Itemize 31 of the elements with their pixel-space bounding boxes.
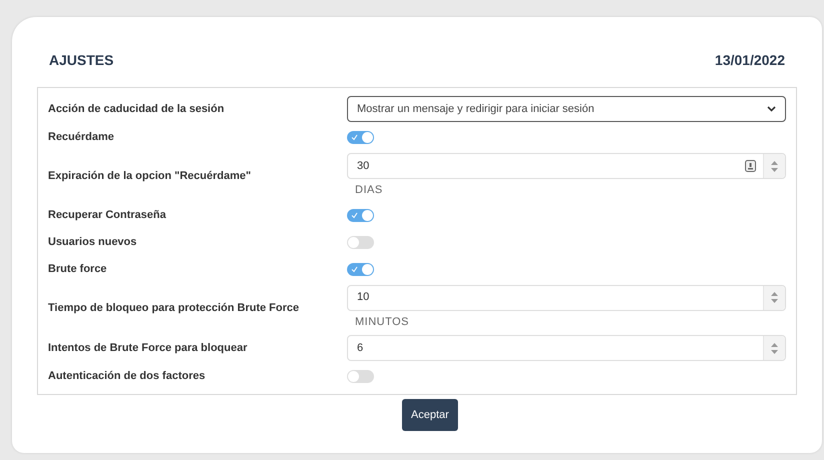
unit-label: MINUTOS	[354, 314, 410, 330]
unit-label: DIAS	[354, 183, 384, 198]
accept-button[interactable]: Aceptar	[402, 399, 458, 431]
toggle-switch[interactable]	[347, 262, 374, 276]
setting-label: Recuérdame	[48, 130, 116, 146]
select-field[interactable]: Mostrar un mensaje y redirigir para iniciar sesión	[347, 96, 786, 122]
check-icon	[351, 266, 358, 272]
spinner-buttons[interactable]	[763, 336, 785, 360]
number-field[interactable]: 10	[347, 284, 786, 310]
spinner-buttons[interactable]	[763, 154, 785, 178]
toggle-switch[interactable]	[347, 208, 374, 222]
toggle-switch[interactable]	[347, 370, 374, 383]
check-icon	[351, 212, 358, 218]
setting-label: Usuarios nuevos	[48, 234, 138, 250]
date-label: 13/01/2022	[714, 51, 785, 70]
setting-label: Intentos de Brute Force para bloquear	[48, 340, 248, 356]
number-field[interactable]: 6	[347, 335, 786, 361]
setting-label: Expiración de la opcion "Recuérdame"	[48, 169, 252, 184]
setting-label: Brute force	[48, 262, 108, 277]
number-field[interactable]: 30	[347, 153, 786, 179]
spinner-buttons[interactable]	[763, 286, 785, 310]
setting-label: Recuperar Contraseña	[48, 208, 167, 223]
toggle-switch[interactable]	[347, 236, 374, 248]
key-badge-icon	[745, 160, 756, 172]
setting-label: Acción de caducidad de la sesión	[48, 102, 226, 117]
page-title: AJUSTES	[49, 51, 114, 70]
check-icon	[351, 134, 358, 141]
setting-label: Autenticación de dos factores	[48, 369, 206, 384]
chevron-down-icon	[767, 106, 776, 112]
toggle-switch[interactable]	[347, 131, 374, 144]
setting-label: Tiempo de bloqueo para protección Brute Force	[48, 300, 300, 316]
